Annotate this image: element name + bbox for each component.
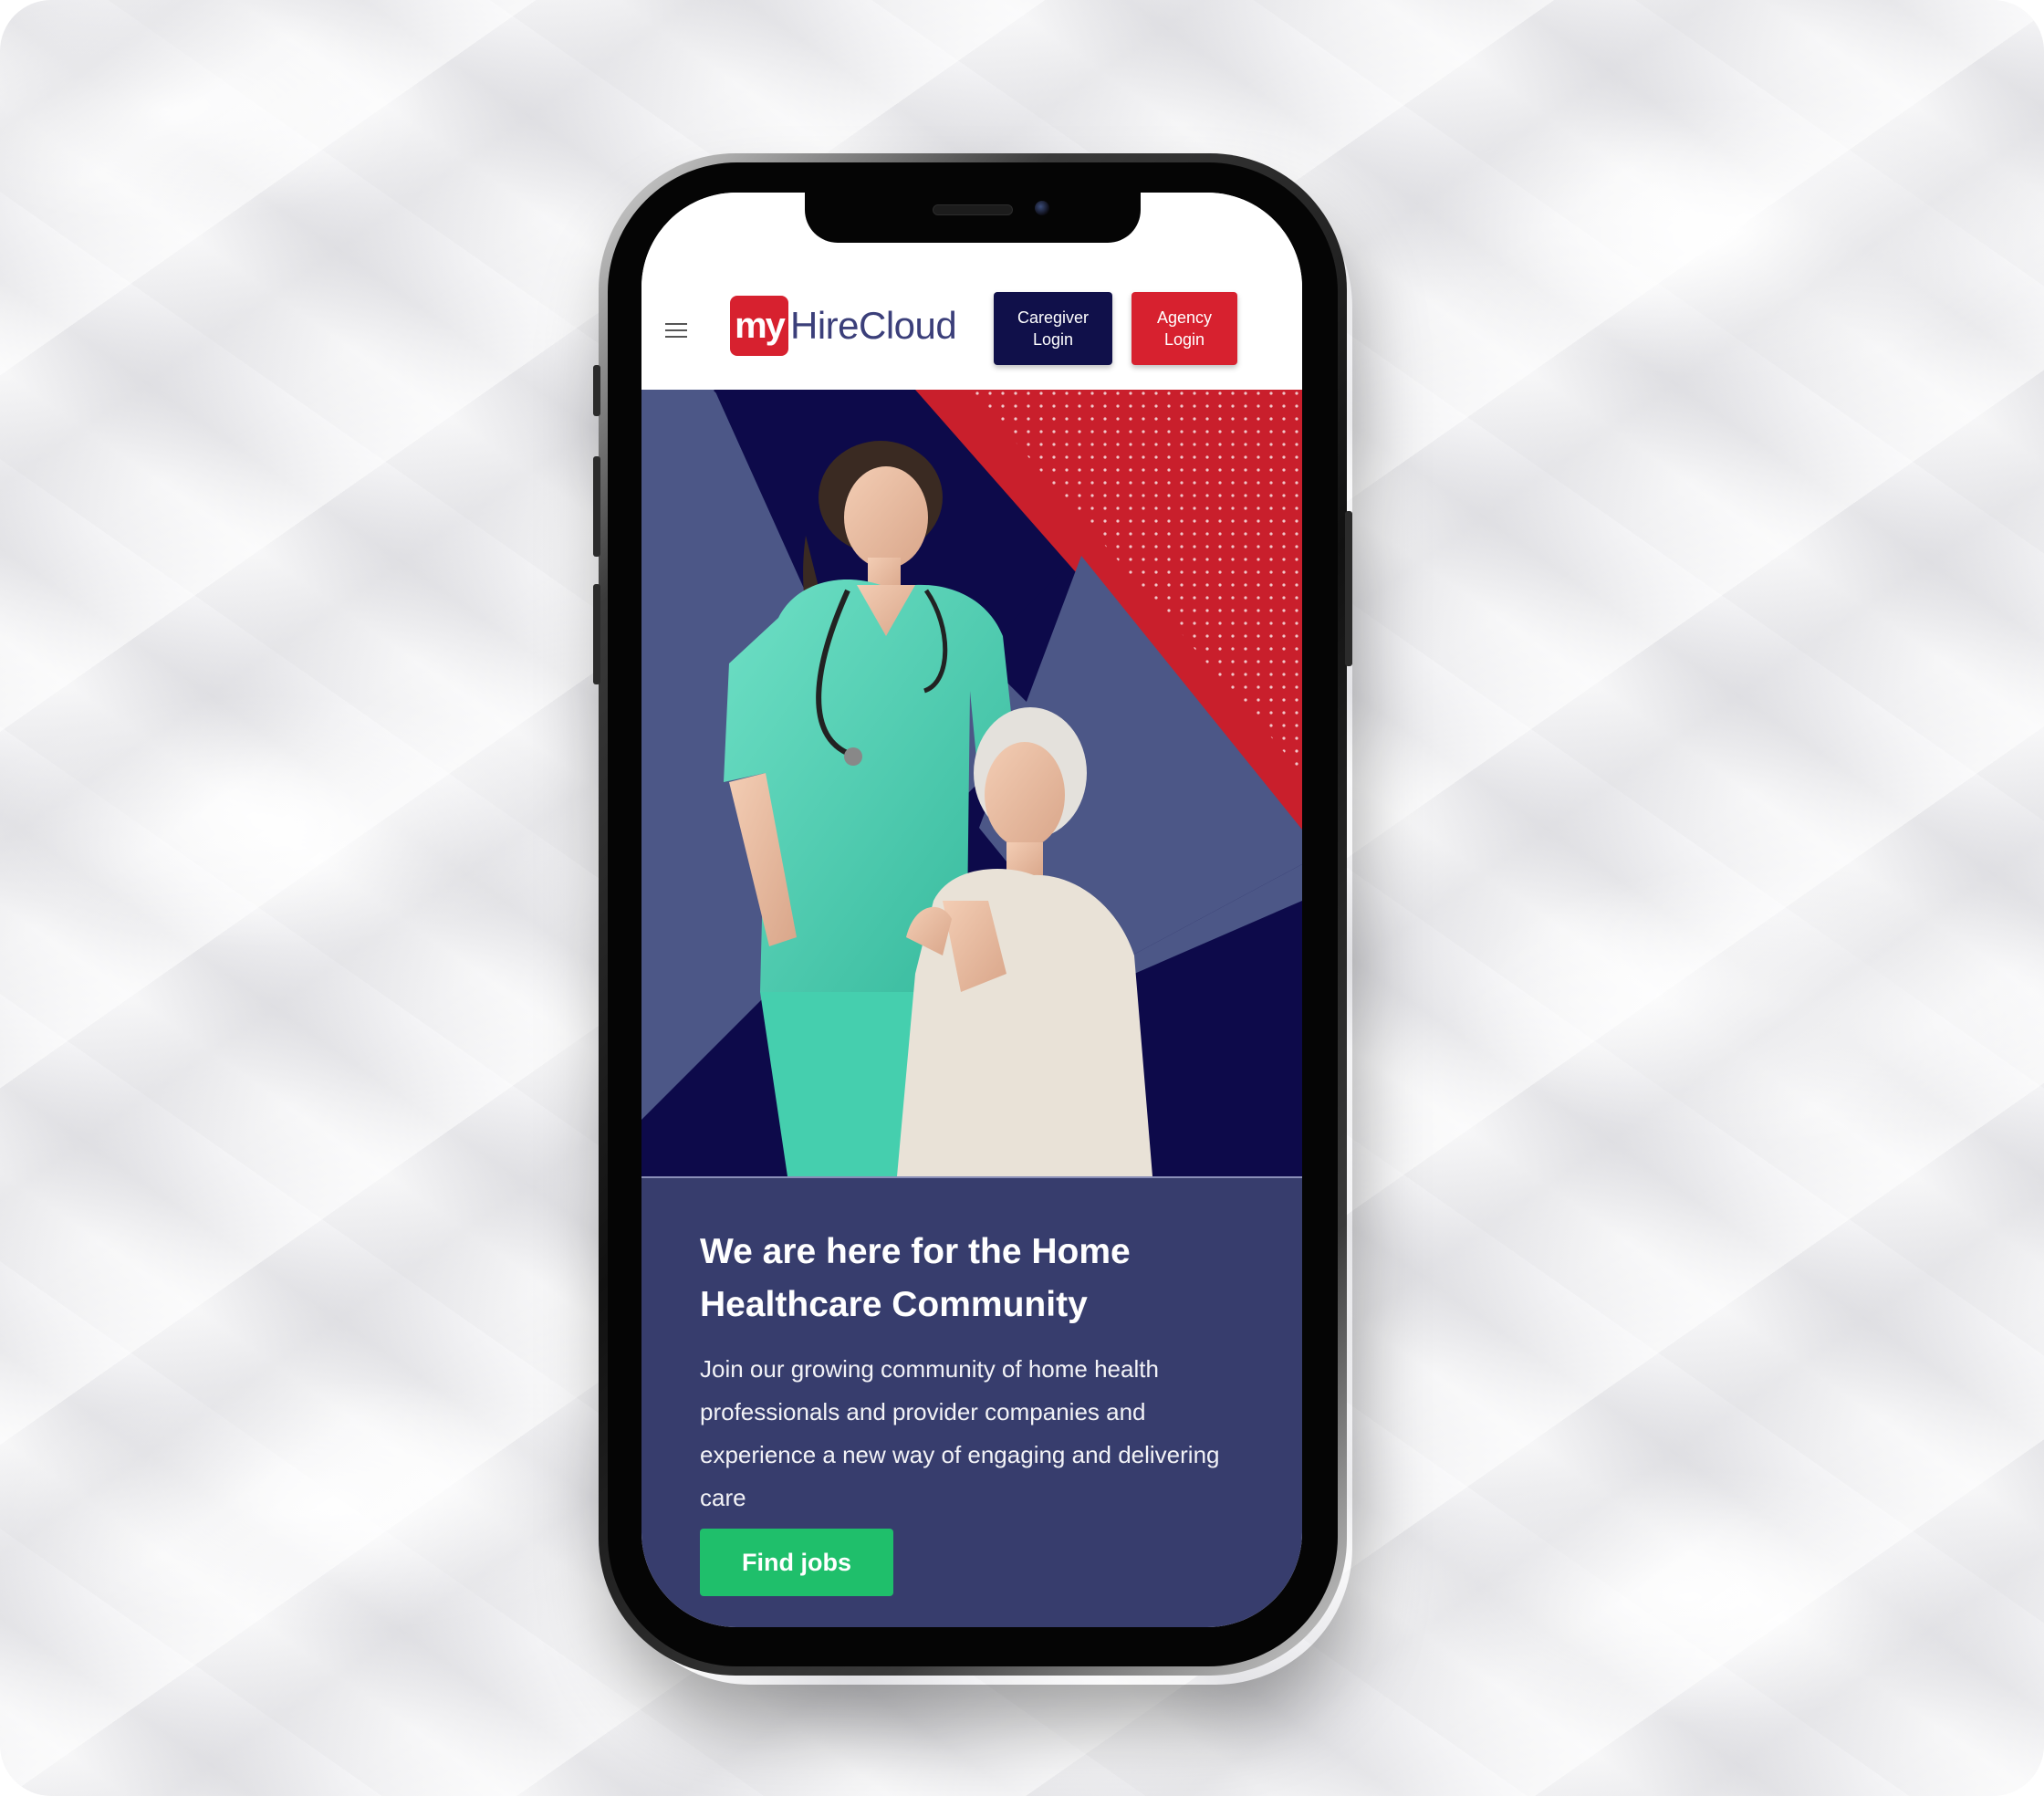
logo-mark: my xyxy=(730,296,788,356)
front-camera xyxy=(1035,201,1049,215)
find-jobs-label: Find jobs xyxy=(742,1548,851,1576)
agency-login-label: Agency Login xyxy=(1156,308,1213,349)
hero-image xyxy=(641,390,1302,1176)
hero-illustration xyxy=(641,390,1302,1176)
phone-screen: my HireCloud Caregiver Login Agency Logi… xyxy=(641,193,1302,1627)
hero-headline: We are here for the Home Healthcare Comm… xyxy=(700,1232,1131,1324)
hamburger-menu-icon[interactable] xyxy=(665,323,687,341)
logo-wordmark: HireCloud xyxy=(790,304,957,347)
caregiver-login-button[interactable]: Caregiver Login xyxy=(994,292,1112,365)
hero-description: Join our growing community of home healt… xyxy=(700,1355,1220,1511)
phone-power-button xyxy=(1345,511,1352,666)
phone-side-button xyxy=(593,365,600,416)
site-logo[interactable]: my HireCloud xyxy=(730,296,957,356)
phone-volume-up-button xyxy=(593,456,600,557)
find-jobs-button[interactable]: Find jobs xyxy=(700,1529,893,1596)
agency-login-button[interactable]: Agency Login xyxy=(1132,292,1237,365)
phone-volume-down-button xyxy=(593,584,600,684)
phone-notch xyxy=(805,190,1141,243)
phone-speaker xyxy=(933,204,1013,215)
hero-text-section: We are here for the Home Healthcare Comm… xyxy=(641,1176,1302,1627)
caregiver-login-label: Caregiver Login xyxy=(1017,308,1090,349)
